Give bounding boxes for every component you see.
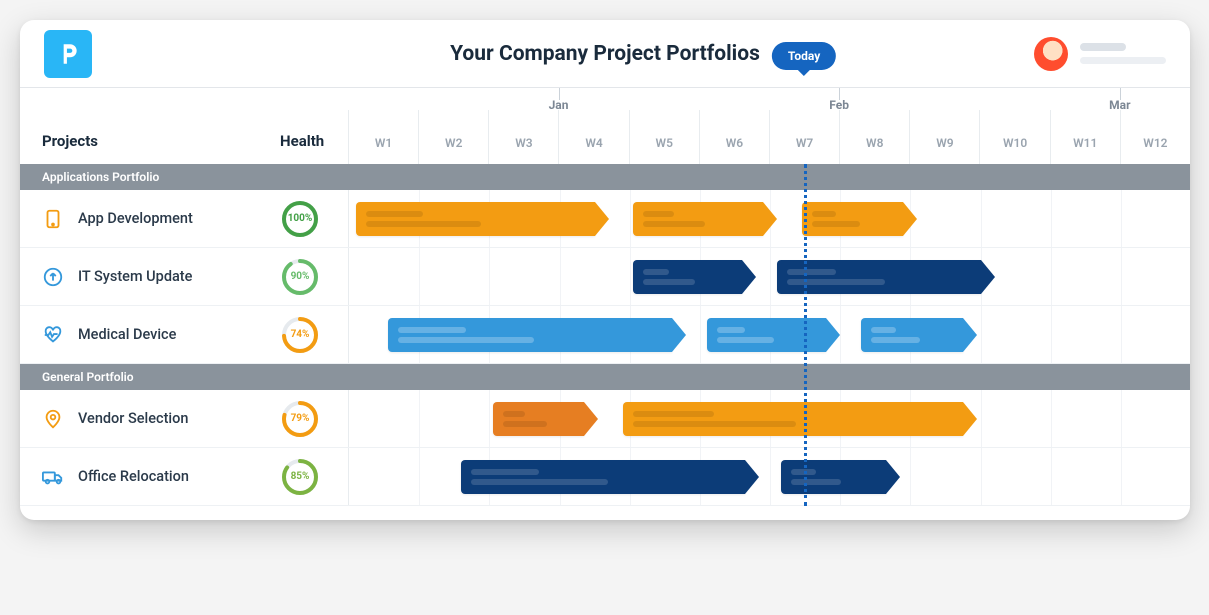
gantt-bar[interactable] [861, 318, 963, 352]
avatar [1034, 37, 1068, 71]
group-band[interactable]: Applications Portfolio [20, 164, 1190, 190]
project-cell[interactable]: Medical Device [20, 322, 280, 348]
column-header-projects: Projects [20, 132, 280, 164]
gantt-bar[interactable] [633, 260, 742, 294]
gantt-bar[interactable] [493, 402, 584, 436]
week-header: W1 [348, 110, 418, 164]
gantt-bar[interactable] [707, 318, 826, 352]
tablet-icon [40, 206, 66, 232]
timeline-cell [348, 448, 1190, 505]
column-header-health: Health [280, 132, 348, 164]
month-label: Jan [549, 98, 569, 112]
project-name: Office Relocation [78, 468, 189, 485]
timeline-cell [348, 248, 1190, 305]
project-row: App Development 100% [20, 190, 1190, 248]
week-header: W5 [629, 110, 699, 164]
gantt-bar[interactable] [623, 402, 963, 436]
week-header: W3 [488, 110, 558, 164]
health-ring: 85% [280, 457, 320, 497]
health-ring: 100% [280, 199, 320, 239]
gantt-chart: Projects Health W1W2W3W4W5W6W7W8W9W10W11… [20, 88, 1190, 520]
truck-icon [40, 464, 66, 490]
user-name-placeholder [1080, 43, 1166, 64]
month-label: Feb [829, 98, 849, 112]
app-window: Your Company Project Portfolios Projects… [20, 20, 1190, 520]
month-label: Mar [1109, 98, 1130, 112]
week-header: W7 [769, 110, 839, 164]
health-cell: 85% [280, 457, 348, 497]
gantt-body: Applications Portfolio App Development 1… [20, 164, 1190, 506]
health-cell: 79% [280, 399, 348, 439]
gantt-bar[interactable] [356, 202, 595, 236]
column-headers: Projects Health W1W2W3W4W5W6W7W8W9W10W11… [20, 88, 1190, 164]
heartbeat-icon [40, 322, 66, 348]
project-cell[interactable]: Office Relocation [20, 464, 280, 490]
gantt-bar[interactable] [781, 460, 886, 494]
group-band[interactable]: General Portfolio [20, 364, 1190, 390]
gantt-bar[interactable] [388, 318, 672, 352]
timeline-cell [348, 190, 1190, 247]
gantt-bar[interactable] [802, 202, 904, 236]
user-menu[interactable] [1034, 37, 1166, 71]
gantt-bar[interactable] [461, 460, 745, 494]
arrow-up-circle-icon [40, 264, 66, 290]
health-cell: 100% [280, 199, 348, 239]
project-cell[interactable]: Vendor Selection [20, 406, 280, 432]
project-name: Vendor Selection [78, 410, 188, 427]
week-header: W6 [699, 110, 769, 164]
gantt-bar[interactable] [633, 202, 763, 236]
header: Your Company Project Portfolios [20, 20, 1190, 88]
week-header: W8 [839, 110, 909, 164]
project-row: IT System Update 90% [20, 248, 1190, 306]
project-name: Medical Device [78, 326, 176, 343]
health-ring: 74% [280, 315, 320, 355]
week-header: W4 [558, 110, 628, 164]
timeline-cell [348, 306, 1190, 363]
app-logo[interactable] [44, 30, 92, 78]
week-header: W11 [1050, 110, 1120, 164]
project-cell[interactable]: IT System Update [20, 264, 280, 290]
health-cell: 90% [280, 257, 348, 297]
project-row: Vendor Selection 79% [20, 390, 1190, 448]
timeline-cell [348, 390, 1190, 447]
week-header: W9 [909, 110, 979, 164]
project-name: App Development [78, 210, 193, 227]
week-header: W2 [418, 110, 488, 164]
today-marker-pill: Today [772, 42, 836, 70]
gantt-bar[interactable] [777, 260, 981, 294]
health-cell: 74% [280, 315, 348, 355]
week-header: W10 [979, 110, 1049, 164]
health-ring: 79% [280, 399, 320, 439]
week-header: W12 [1120, 110, 1190, 164]
project-row: Office Relocation 85% [20, 448, 1190, 506]
project-cell[interactable]: App Development [20, 206, 280, 232]
health-ring: 90% [280, 257, 320, 297]
map-pin-icon [40, 406, 66, 432]
project-row: Medical Device 74% [20, 306, 1190, 364]
project-name: IT System Update [78, 268, 192, 285]
page-title: Your Company Project Portfolios [20, 42, 1190, 66]
logo-icon [55, 41, 81, 67]
